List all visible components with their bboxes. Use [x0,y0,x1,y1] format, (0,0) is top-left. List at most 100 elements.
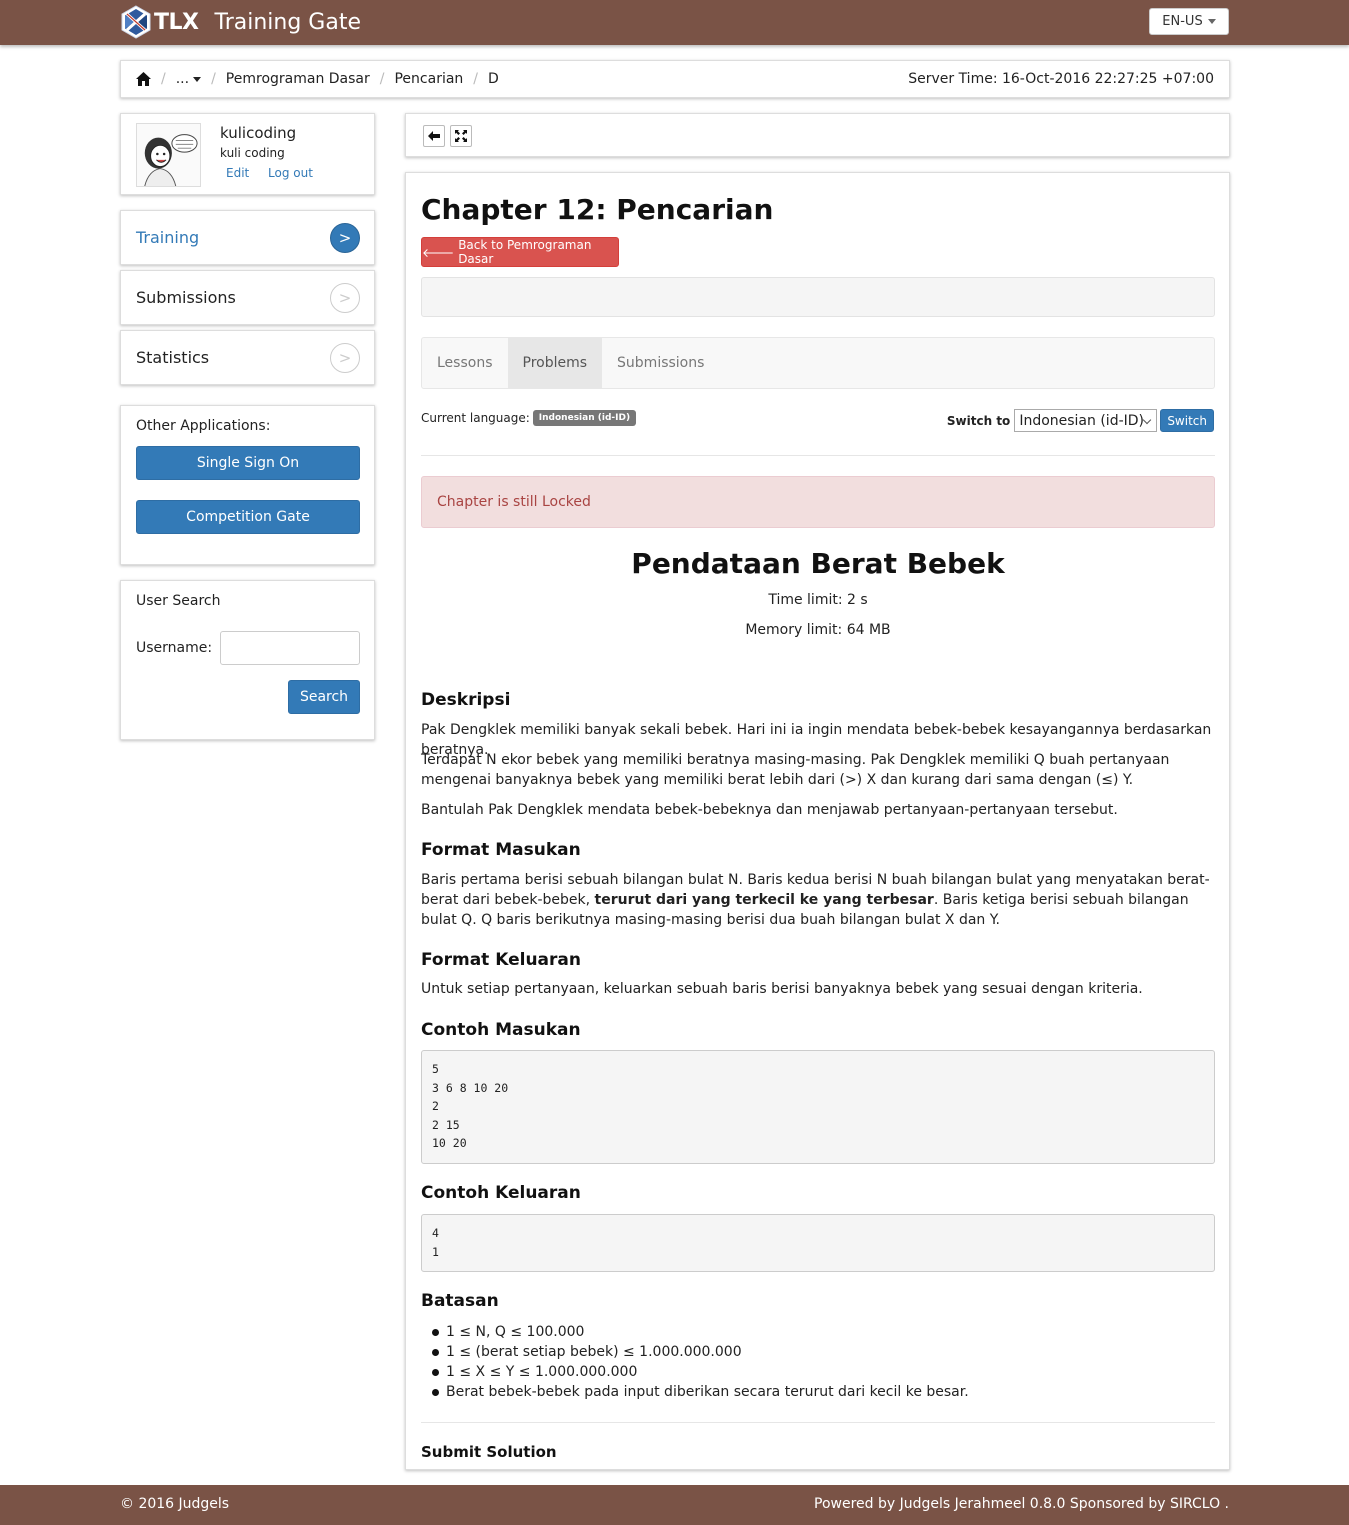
format-keluaran-paragraph: Untuk setiap pertanyaan, keluarkan sebua… [421,981,1143,997]
brand[interactable]: TLX Training Gate [119,5,361,39]
fullscreen-button[interactable] [450,125,472,147]
language-switcher: Switch to Indonesian (id-ID) Switch [947,409,1214,432]
switch-language-button[interactable]: Switch [1160,409,1214,432]
sample-input-line: 10 20 [432,1136,467,1150]
divider [421,1422,1215,1423]
footer-credits: Powered by Judgels Jerahmeel 0.8.0 Spons… [814,1496,1229,1512]
deskripsi-paragraph: Bantulah Pak Dengklek mendata bebek-bebe… [421,802,1118,818]
sidebar-item-label: Statistics [136,348,210,367]
language-dropdown[interactable]: EN-US [1149,8,1229,35]
tab-submissions[interactable]: Submissions [602,338,719,388]
user-panel: kulicoding kuli coding Edit Log out [120,113,375,195]
user-search-title: User Search [136,593,221,609]
format-masukan-bold: terurut dari yang terkecil ke yang terbe… [594,892,934,908]
breadcrumb-separator: / [473,71,479,87]
sample-output-block: 4 1 [421,1214,1215,1272]
list-item: 1 ≤ X ≤ Y ≤ 1.000.000.000 [421,1362,1215,1382]
sample-output-line: 1 [432,1244,439,1259]
server-time: Server Time: 16-Oct-2016 22:27:25 +07:00 [908,71,1214,87]
section-contoh-masukan-title: Contoh Masukan [421,1020,581,1040]
format-masukan-paragraph: Baris pertama berisi sebuah bilangan bul… [421,870,1215,930]
other-applications-title: Other Applications: [136,418,271,434]
app-title: Training Gate [214,9,362,35]
list-item: 1 ≤ N, Q ≤ 100.000 [421,1322,1215,1342]
breadcrumb-more[interactable]: ... [175,71,202,87]
sidebar-item-label: Submissions [136,288,236,307]
tab-problems[interactable]: Problems [507,338,603,388]
chevron-down-icon [1143,415,1152,425]
submit-solution-title: Submit Solution [421,1443,557,1461]
tab-lessons[interactable]: Lessons [422,338,508,388]
tlx-logo-icon [121,5,151,39]
competition-gate-button[interactable]: Competition Gate [136,500,360,534]
section-batasan-title: Batasan [421,1291,499,1311]
logout-link[interactable]: Log out [268,166,313,180]
top-navbar: TLX Training Gate EN-US [0,0,1349,45]
chevron-right-icon: > [330,223,360,253]
username-label: Username: [136,640,213,656]
deskripsi-paragraph: Terdapat N ekor bebek yang memiliki bera… [421,752,1170,788]
chapter-tabs: Lessons Problems Submissions [421,337,1215,389]
username: kulicoding [220,124,297,142]
search-button[interactable]: Search [288,680,360,714]
time-limit: Time limit: 2 s [768,592,868,608]
divider [421,455,1215,456]
breadcrumb-more-label: ... [175,71,190,87]
language-select[interactable]: Indonesian (id-ID) [1014,409,1158,432]
back-to-course-button[interactable]: 🡐 Back to Pemrograman Dasar [421,237,619,267]
sample-input-block: 5 3 6 8 10 20 2 2 15 10 20 [421,1050,1215,1164]
memory-limit: Memory limit: 64 MB [745,622,891,638]
sample-input-line: 2 15 [432,1117,460,1132]
section-format-keluaran-title: Format Keluaran [421,950,581,970]
home-icon[interactable] [136,72,151,86]
edit-profile-link[interactable]: Edit [226,166,249,180]
switch-to-label: Switch to [946,413,1011,428]
single-sign-on-button[interactable]: Single Sign On [136,446,360,480]
chapter-description-well [421,277,1215,317]
list-item: Berat bebek-bebek pada input diberikan s… [421,1382,1215,1402]
back-arrow-icon [428,131,440,141]
sample-input-line: 2 [432,1099,439,1113]
caret-down-icon [1207,19,1216,24]
language-select-value: Indonesian (id-ID) [1019,412,1144,429]
breadcrumb: / ... / Pemrograman Dasar / Pencarian / … [120,60,1230,98]
footer: © 2016 Judgels Powered by Judgels Jerahm… [0,1485,1349,1525]
logo-text: TLX [154,9,199,35]
back-to-course-label: Back to Pemrograman Dasar [458,238,592,266]
list-item: 1 ≤ (berat setiap bebek) ≤ 1.000.000.000 [421,1342,1215,1362]
sidebar-item-training[interactable]: Training > [120,210,375,265]
section-deskripsi-title: Deskripsi [421,690,511,710]
current-language: Current language: Indonesian (id-ID) [421,410,637,426]
breadcrumb-course[interactable]: Pemrograman Dasar [226,71,370,87]
main-content-panel: Chapter 12: Pencarian 🡐 Back to Pemrogra… [405,172,1230,1470]
user-search-panel: User Search Username: Search [120,580,375,740]
user-display-name: kuli coding [220,146,285,160]
avatar [136,123,201,187]
breadcrumb-problem[interactable]: D [488,71,499,87]
sidebar-item-label: Training [136,228,200,247]
constraints-list: 1 ≤ N, Q ≤ 100.000 1 ≤ (berat setiap beb… [421,1322,1215,1402]
chevron-right-icon: > [330,343,360,373]
locked-alert: Chapter is still Locked [421,476,1215,528]
section-contoh-keluaran-title: Contoh Keluaran [421,1183,581,1203]
sample-output-line: 4 [432,1226,439,1240]
toolbar-panel [405,113,1230,157]
language-label: EN-US [1162,14,1203,29]
current-language-label: Current language: [421,411,530,425]
sidebar-item-submissions[interactable]: Submissions > [120,270,375,325]
breadcrumb-separator: / [379,71,385,87]
other-applications-panel: Other Applications: Single Sign On Compe… [120,405,375,565]
breadcrumb-chapter[interactable]: Pencarian [394,71,463,87]
username-search-input[interactable] [220,631,360,665]
chapter-title: Chapter 12: Pencarian [421,193,774,226]
breadcrumb-separator: / [211,71,216,87]
sidebar-item-statistics[interactable]: Statistics > [120,330,375,385]
fullscreen-icon [455,130,467,142]
chevron-right-icon: > [330,283,360,313]
problem-title: Pendataan Berat Bebek [631,547,1005,580]
sample-input-line: 3 6 8 10 20 [432,1080,509,1095]
back-button[interactable] [423,125,445,147]
arrow-left-icon: 🡐 [422,245,455,260]
breadcrumb-separator: / [161,71,166,87]
caret-down-icon [193,76,202,82]
